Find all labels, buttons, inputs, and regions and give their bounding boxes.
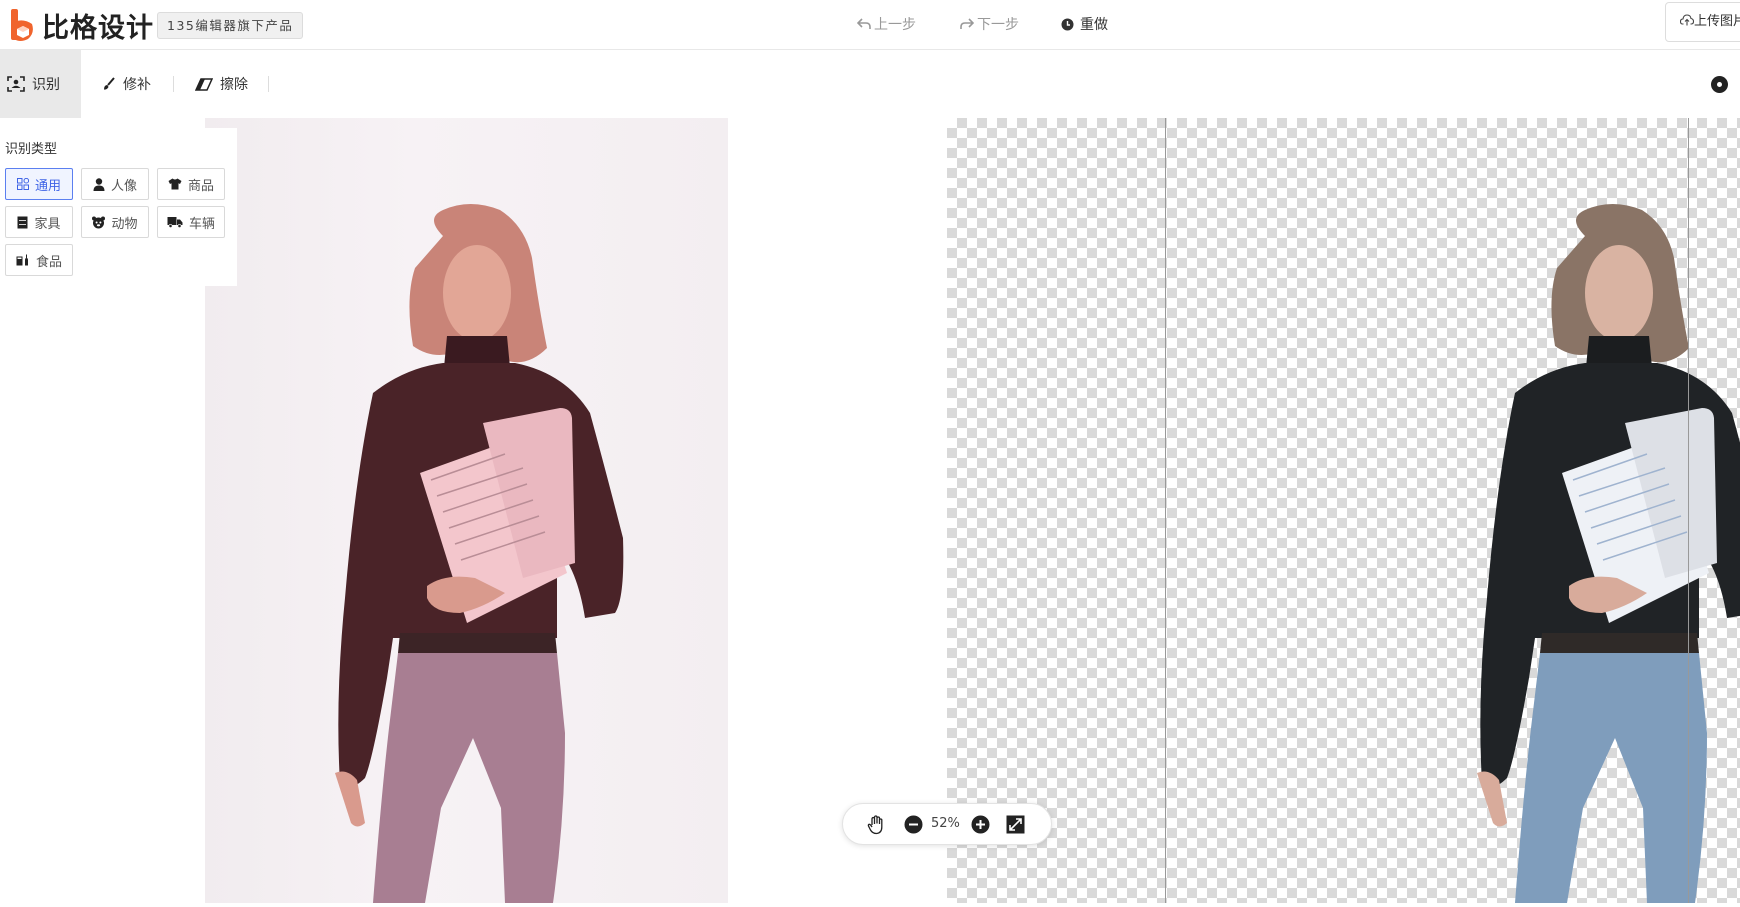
upload-button[interactable]: 上传图片: [1665, 2, 1740, 42]
food-icon: [16, 254, 28, 266]
type-label: 车辆: [188, 216, 215, 232]
type-furniture-button[interactable]: 家具: [5, 206, 73, 238]
tool-erase-label: 擦除: [220, 77, 248, 93]
cloud-upload-icon: [1679, 14, 1695, 26]
type-animal-button[interactable]: 动物: [81, 206, 149, 238]
zoom-value: 52%: [931, 816, 960, 831]
product-badge: 135编辑器旗下产品: [157, 12, 304, 39]
recognition-type-panel: 识别类型 通用 人像 商品 家具 动物 车辆 食品: [0, 128, 237, 286]
result-image[interactable]: [947, 118, 1740, 903]
toolbar-divider: [173, 76, 174, 92]
toolbar-divider: [268, 76, 269, 92]
redo-icon: [960, 18, 974, 29]
logo-mark-icon: [10, 8, 36, 42]
type-label: 通用: [34, 178, 61, 194]
header: 比格设计 135编辑器旗下产品 上一步 下一步 重做 上传图片: [0, 0, 1740, 50]
brush-icon: [104, 77, 115, 90]
tool-identify-label: 识别: [32, 77, 60, 93]
type-label: 家具: [34, 216, 61, 232]
original-image[interactable]: [205, 118, 728, 903]
tool-repair[interactable]: 修补: [102, 50, 151, 118]
grid-icon: [16, 178, 29, 190]
undo-label: 上一步: [874, 17, 916, 33]
shirt-icon: [168, 178, 182, 190]
original-photo-woman: [335, 204, 624, 903]
zoom-bar: 52%: [842, 803, 1052, 845]
reset-label: 重做: [1080, 17, 1108, 33]
hand-pan-icon[interactable]: [867, 815, 885, 839]
type-portrait-button[interactable]: 人像: [81, 168, 149, 200]
canvas-area[interactable]: 52%: [0, 118, 1740, 907]
type-label: 食品: [35, 254, 62, 270]
tool-erase[interactable]: 擦除: [195, 50, 248, 118]
logo[interactable]: 比格设计: [10, 6, 154, 44]
cabinet-icon: [17, 216, 28, 228]
redo-button[interactable]: 下一步: [960, 13, 1019, 35]
person-icon: [93, 177, 105, 191]
scan-person-icon: [7, 76, 25, 92]
type-label: 动物: [111, 216, 138, 232]
zoom-out-icon[interactable]: [904, 815, 923, 838]
clock-icon: [1061, 18, 1074, 30]
type-vehicle-button[interactable]: 车辆: [157, 206, 225, 238]
animal-icon: [92, 216, 106, 228]
toolbar: 识别 修补 擦除: [0, 50, 1740, 118]
tool-identify[interactable]: 识别: [0, 50, 81, 118]
type-panel-title: 识别类型: [5, 142, 58, 157]
fit-screen-icon[interactable]: [1006, 815, 1025, 838]
settings-dot-icon[interactable]: [1711, 76, 1728, 93]
guide-line: [1165, 118, 1166, 903]
type-label: 人像: [110, 178, 137, 194]
type-general-button[interactable]: 通用: [5, 168, 73, 200]
tool-repair-label: 修补: [123, 77, 151, 93]
result-cutout-woman: [1477, 204, 1740, 903]
type-product-button[interactable]: 商品: [157, 168, 225, 200]
type-label: 商品: [187, 178, 214, 194]
truck-icon: [167, 217, 183, 228]
zoom-in-icon[interactable]: [971, 815, 990, 838]
redo-label: 下一步: [977, 17, 1019, 33]
type-food-button[interactable]: 食品: [5, 244, 73, 276]
upload-label: 上传图片: [1694, 14, 1740, 29]
guide-line: [1688, 118, 1689, 903]
reset-button[interactable]: 重做: [1061, 13, 1108, 35]
undo-button[interactable]: 上一步: [857, 13, 916, 35]
logo-text: 比格设计: [42, 12, 154, 44]
undo-icon: [857, 18, 871, 29]
eraser-icon: [195, 77, 213, 91]
